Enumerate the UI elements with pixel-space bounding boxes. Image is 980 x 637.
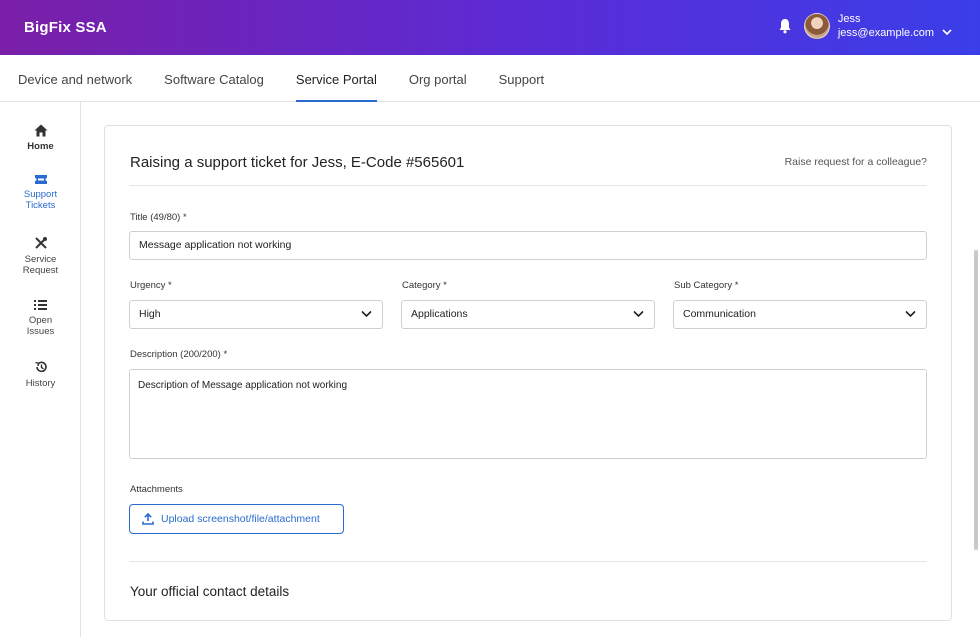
- description-textarea[interactable]: Description of Message application not w…: [129, 369, 927, 459]
- upload-icon: [142, 513, 154, 525]
- subcategory-value: Communication: [683, 308, 756, 320]
- sidebar-item-service-request[interactable]: Service Request: [0, 236, 81, 276]
- sidebar-item-label: Support: [23, 189, 58, 200]
- sidebar-item-support-tickets[interactable]: Support Tickets: [0, 174, 81, 211]
- scrollbar[interactable]: [974, 250, 978, 550]
- chevron-down-icon: [905, 310, 916, 318]
- description-label: Description (200/200) *: [130, 349, 228, 360]
- list-icon: [34, 300, 47, 310]
- avatar[interactable]: [803, 13, 830, 39]
- sidebar-item-label: Open: [28, 315, 53, 326]
- sidebar-item-label: Home: [27, 141, 54, 152]
- upload-attachment-button[interactable]: Upload screenshot/file/attachment: [129, 504, 344, 534]
- tools-icon: [34, 237, 47, 249]
- chevron-down-icon: [633, 310, 644, 318]
- bell-icon[interactable]: [778, 18, 792, 34]
- chevron-down-icon: [361, 310, 372, 318]
- sidebar: Home Support Tickets Service Request Ope…: [0, 102, 81, 637]
- divider: [129, 185, 927, 186]
- sidebar-item-home[interactable]: Home: [0, 124, 81, 152]
- category-label: Category *: [402, 280, 447, 291]
- sidebar-item-label: History: [25, 378, 56, 389]
- upload-label: Upload screenshot/file/attachment: [161, 513, 320, 525]
- contact-details-heading: Your official contact details: [130, 584, 290, 599]
- tab-software-catalog[interactable]: Software Catalog: [164, 55, 264, 102]
- title-label: Title (49/80) *: [130, 212, 187, 223]
- sidebar-item-label: Request: [22, 265, 59, 276]
- tab-service-portal[interactable]: Service Portal: [295, 55, 377, 102]
- home-icon: [34, 124, 47, 137]
- category-value: Applications: [411, 308, 468, 320]
- urgency-select[interactable]: High: [129, 300, 383, 329]
- tab-org-portal[interactable]: Org portal: [409, 55, 467, 102]
- tab-device-and-network[interactable]: Device and network: [18, 55, 132, 102]
- title-input[interactable]: Message application not working: [129, 231, 927, 260]
- urgency-value: High: [139, 308, 161, 320]
- category-select[interactable]: Applications: [401, 300, 655, 329]
- sidebar-item-history[interactable]: History: [0, 360, 81, 389]
- app-title: BigFix SSA: [24, 19, 107, 36]
- attachments-label: Attachments: [130, 484, 183, 495]
- subcategory-label: Sub Category *: [674, 280, 739, 291]
- page-title: Raising a support ticket for Jess, E-Cod…: [130, 154, 465, 171]
- tab-support[interactable]: Support: [499, 55, 545, 102]
- user-menu[interactable]: Jess jess@example.com: [838, 12, 934, 40]
- sidebar-item-label: Tickets: [25, 200, 56, 211]
- sidebar-item-open-issues[interactable]: Open Issues: [0, 299, 81, 337]
- top-bar: BigFix SSA Jess jess@example.com: [0, 0, 980, 55]
- ticket-form-card: Raising a support ticket for Jess, E-Cod…: [104, 125, 952, 621]
- divider: [129, 561, 927, 562]
- user-name: Jess: [837, 13, 861, 25]
- urgency-label: Urgency *: [130, 280, 172, 291]
- subcategory-select[interactable]: Communication: [673, 300, 927, 329]
- main-tabs: Device and network Software Catalog Serv…: [0, 55, 980, 102]
- history-icon: [34, 361, 47, 373]
- user-email: jess@example.com: [837, 27, 934, 39]
- user-area: Jess jess@example.com: [778, 12, 952, 40]
- sidebar-item-label: Service: [24, 254, 57, 265]
- sidebar-item-label: Issues: [26, 326, 55, 337]
- chevron-down-icon[interactable]: [942, 28, 952, 36]
- ticket-icon: [34, 175, 47, 184]
- raise-for-colleague-link[interactable]: Raise request for a colleague?: [785, 156, 927, 168]
